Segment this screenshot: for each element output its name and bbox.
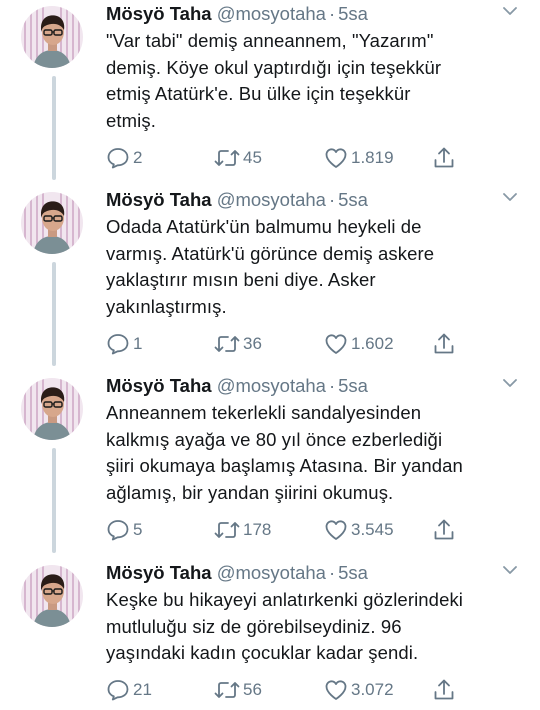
tweet-text-line: etmiş Atatürk'e. Bu ülke için teşekkür	[106, 83, 411, 104]
separator-dot: ·	[328, 375, 336, 396]
tweet-timestamp[interactable]: 5sa	[338, 189, 368, 210]
retweet-icon	[214, 336, 240, 352]
heart-icon	[325, 520, 347, 540]
tweet-actions: 2 45 1.819	[104, 145, 524, 171]
reply-icon	[107, 148, 129, 169]
retweet-button[interactable]: 36	[214, 331, 262, 357]
tweet-header: Mösyö Taha @mosyotaha · 5sa	[106, 188, 368, 212]
retweet-icon	[214, 682, 240, 698]
tweet-timestamp[interactable]: 5sa	[338, 562, 368, 583]
retweet-count: 45	[243, 148, 262, 167]
reply-count: 2	[133, 148, 143, 167]
tweet-text-line: şiiri okumaya başlamış Atasına. Bir yand…	[106, 455, 463, 476]
avatar[interactable]	[21, 192, 83, 254]
chevron-down-icon[interactable]	[502, 4, 518, 16]
chevron-down-icon[interactable]	[502, 190, 518, 202]
like-count: 3.545	[351, 520, 394, 539]
avatar[interactable]	[21, 6, 83, 68]
retweet-count: 36	[243, 334, 262, 353]
like-button[interactable]: 1.602	[324, 331, 394, 357]
heart-icon	[325, 148, 347, 168]
share-icon	[434, 679, 454, 700]
separator-dot: ·	[328, 3, 336, 24]
tweet-thread: Mösyö Taha @mosyotaha · 5sa "Var tabi" dem…	[0, 0, 540, 710]
tweet-text-line: Keşke bu hikayeyi anlatırkenki gözlerind…	[106, 589, 464, 610]
like-count: 1.602	[351, 334, 394, 353]
reply-count: 5	[133, 520, 143, 539]
share-icon	[434, 333, 454, 354]
avatar[interactable]	[21, 565, 83, 627]
tweet-text-line: mutluluğu siz de görebilseydiniz. 96	[106, 615, 402, 637]
like-button[interactable]: 3.072	[324, 677, 394, 703]
like-button[interactable]: 1.819	[324, 145, 394, 171]
tweet-text-line: varmış. Atatürk'ü görünce demiş askere	[106, 242, 435, 264]
author-name[interactable]: Mösyö Taha	[106, 375, 212, 396]
tweet-header: Mösyö Taha @mosyotaha · 5sa	[106, 561, 368, 585]
reply-icon	[107, 520, 129, 541]
separator-dot: ·	[328, 189, 336, 210]
reply-button[interactable]: 21	[106, 677, 152, 703]
share-button[interactable]	[432, 145, 456, 171]
share-button[interactable]	[432, 517, 456, 543]
tweet-actions: 1 36 1.602	[104, 331, 524, 357]
retweet-count: 56	[243, 680, 262, 699]
reply-icon	[107, 680, 129, 701]
author-name[interactable]: Mösyö Taha	[106, 189, 212, 210]
reply-count: 1	[133, 334, 143, 353]
chevron-down-icon[interactable]	[502, 376, 518, 388]
chevron-down-icon[interactable]	[502, 563, 518, 575]
retweet-button[interactable]: 178	[214, 517, 271, 543]
retweet-icon	[214, 522, 240, 538]
reply-button[interactable]: 2	[106, 145, 142, 171]
author-name[interactable]: Mösyö Taha	[106, 3, 212, 24]
tweet-text-line: yaşındaki kadın çocuklar kadar şendi.	[106, 642, 419, 663]
thread-connector	[52, 448, 56, 553]
author-handle[interactable]: @mosyotaha	[217, 3, 326, 24]
tweet-text-line: demiş. Köye okul yaptırdığı için teşekkü…	[106, 56, 442, 78]
tweet-text-line: Anneannem tekerlekli sandalyesinden	[106, 402, 422, 423]
reply-count: 21	[133, 680, 152, 699]
reply-icon	[107, 334, 129, 355]
author-handle[interactable]: @mosyotaha	[217, 189, 326, 210]
tweet-text-line: Odada Atatürk'ün balmumu heykeli de	[106, 216, 422, 237]
retweet-button[interactable]: 56	[214, 677, 262, 703]
tweet-text-line: yakınlaştırmış.	[106, 295, 227, 317]
retweet-icon	[214, 150, 240, 166]
tweet-text: Odada Atatürk'ün balmumu heykeli de varm…	[106, 214, 526, 320]
share-button[interactable]	[432, 331, 456, 357]
separator-dot: ·	[328, 562, 336, 583]
author-handle[interactable]: @mosyotaha	[217, 375, 326, 396]
tweet-header: Mösyö Taha @mosyotaha · 5sa	[106, 374, 368, 398]
avatar[interactable]	[21, 378, 83, 440]
like-count: 3.072	[351, 680, 394, 699]
share-button[interactable]	[432, 677, 456, 703]
share-icon	[434, 147, 454, 168]
tweet-text: Keşke bu hikayeyi anlatırkenki gözlerind…	[106, 587, 526, 667]
tweet-text-line: ağlamış, bir yandan şiirini okumuş.	[106, 481, 394, 503]
tweet-text: Anneannem tekerlekli sandalyesinden kalk…	[106, 400, 526, 506]
tweet-text: "Var tabi" demiş anneannem, "Yazarım" de…	[106, 28, 526, 134]
heart-icon	[325, 680, 347, 700]
thread-connector	[52, 76, 56, 180]
tweet-text-line: "Var tabi" demiş anneannem, "Yazarım"	[106, 30, 434, 51]
tweet-text-line: yaklaştırır mısın beni diye. Asker	[106, 269, 376, 290]
tweet-text-line: etmiş.	[106, 109, 156, 131]
tweet-header: Mösyö Taha @mosyotaha · 5sa	[106, 2, 368, 26]
heart-icon	[325, 334, 347, 354]
tweet-text-line: kalkmış ayağa ve 80 yıl önce ezberlediği	[106, 428, 443, 450]
like-count: 1.819	[351, 148, 394, 167]
tweet-timestamp[interactable]: 5sa	[338, 3, 368, 24]
thread-connector	[52, 262, 56, 366]
tweet-actions: 5 178 3.545	[104, 517, 524, 543]
share-icon	[434, 519, 454, 540]
retweet-button[interactable]: 45	[214, 145, 262, 171]
reply-button[interactable]: 5	[106, 517, 142, 543]
reply-button[interactable]: 1	[106, 331, 142, 357]
author-handle[interactable]: @mosyotaha	[217, 562, 326, 583]
tweet-actions: 21 56 3.072	[104, 677, 524, 703]
like-button[interactable]: 3.545	[324, 517, 394, 543]
author-name[interactable]: Mösyö Taha	[106, 562, 212, 583]
tweet-timestamp[interactable]: 5sa	[338, 375, 368, 396]
retweet-count: 178	[243, 520, 272, 539]
